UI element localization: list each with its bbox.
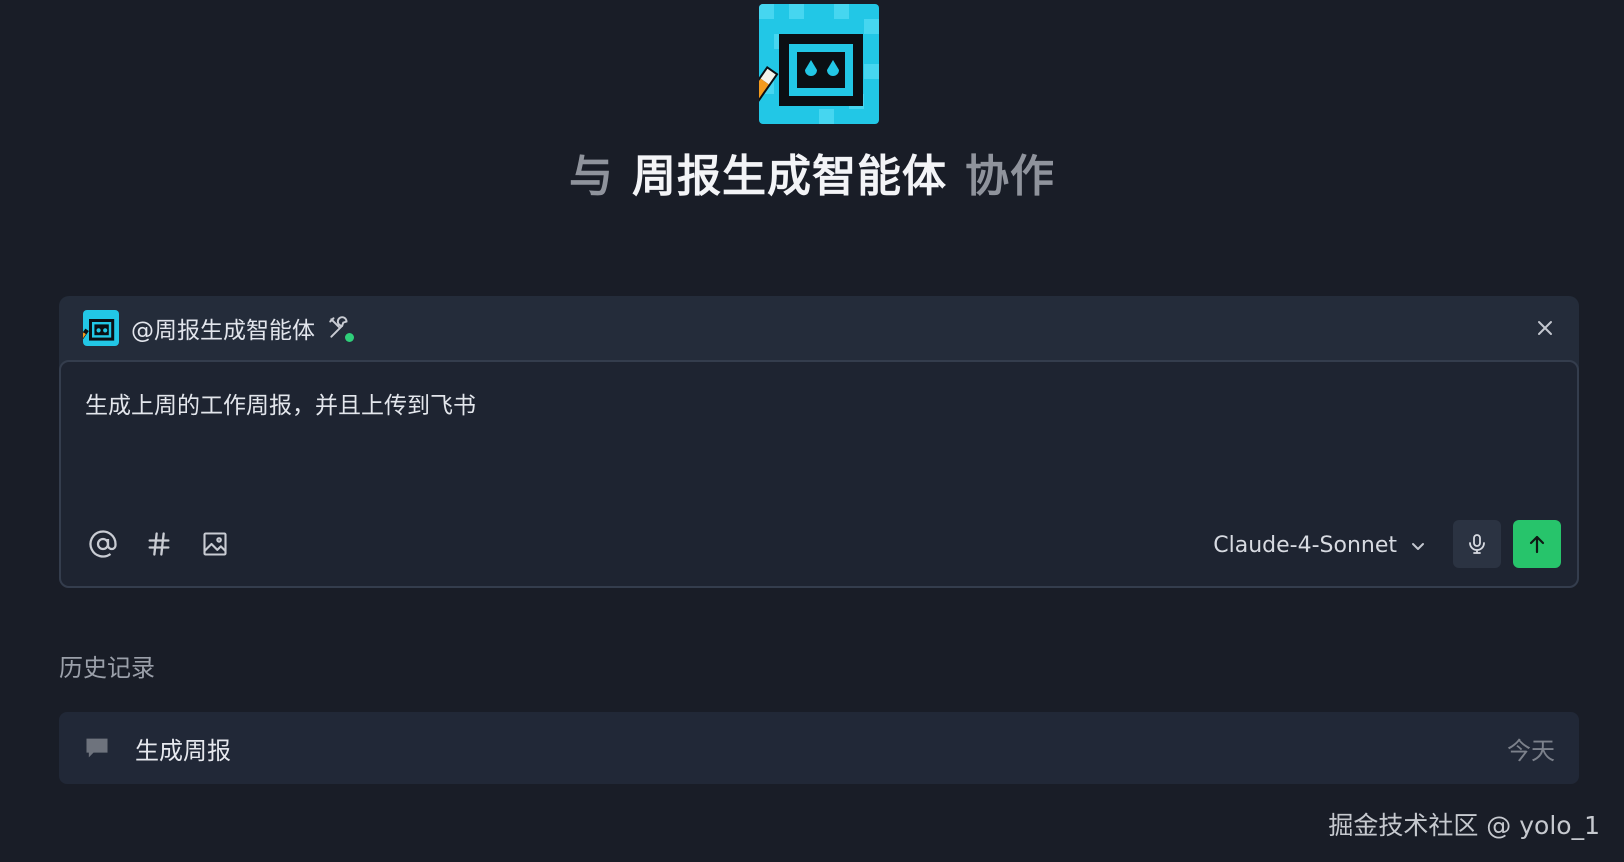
- microphone-icon: [1469, 534, 1485, 554]
- history-heading: 历史记录: [59, 654, 155, 682]
- page: 与周报生成智能体 协作 @周报生成智能体 生成上周的工作周报，并且上传到飞书 C…: [0, 0, 1624, 862]
- input-toolbar: [83, 524, 251, 564]
- mention-button[interactable]: [83, 524, 123, 564]
- robot-screen-pencil-icon: [759, 4, 879, 124]
- tools-icon[interactable]: [327, 315, 354, 342]
- voice-input-button[interactable]: [1453, 520, 1501, 568]
- hash-icon: [148, 532, 170, 556]
- image-upload-button[interactable]: [195, 524, 235, 564]
- history-item-date: 今天: [1507, 736, 1555, 765]
- model-selector[interactable]: Claude-4-Sonnet: [1213, 533, 1427, 558]
- agent-logo: [759, 4, 879, 124]
- agent-bar: @周报生成智能体: [59, 296, 1579, 360]
- message-input[interactable]: 生成上周的工作周报，并且上传到飞书 Claude-4-Sonnet: [59, 360, 1579, 588]
- agent-avatar: [83, 310, 119, 346]
- agent-tag: @周报生成智能体: [131, 318, 315, 344]
- arrow-up-icon: [1529, 535, 1545, 554]
- chat-composer: @周报生成智能体 生成上周的工作周报，并且上传到飞书 Claude-4-Sonn…: [59, 296, 1579, 588]
- chat-bubble-icon: [86, 738, 108, 758]
- tools-status-dot: [345, 333, 354, 342]
- message-text[interactable]: 生成上周的工作周报，并且上传到飞书: [85, 386, 476, 420]
- title-suffix: 协作: [965, 151, 1055, 202]
- close-agent-button[interactable]: [1533, 316, 1557, 340]
- page-title: 与周报生成智能体 协作: [0, 140, 1624, 204]
- history-item-title: 生成周报: [135, 736, 231, 765]
- chevron-down-icon: [1412, 542, 1424, 550]
- title-prefix: 与: [569, 151, 614, 202]
- title-agent-name: 周报生成智能体: [632, 151, 947, 202]
- send-button[interactable]: [1513, 520, 1561, 568]
- image-icon: [203, 532, 227, 556]
- watermark: 掘金技术社区 @ yolo_1: [1328, 811, 1600, 840]
- robot-screen-pencil-icon: [83, 310, 119, 346]
- topic-button[interactable]: [139, 524, 179, 564]
- history-item[interactable]: 生成周报 今天: [59, 712, 1579, 784]
- close-icon: [1538, 321, 1552, 335]
- at-icon: [89, 530, 117, 558]
- model-name: Claude-4-Sonnet: [1213, 533, 1397, 558]
